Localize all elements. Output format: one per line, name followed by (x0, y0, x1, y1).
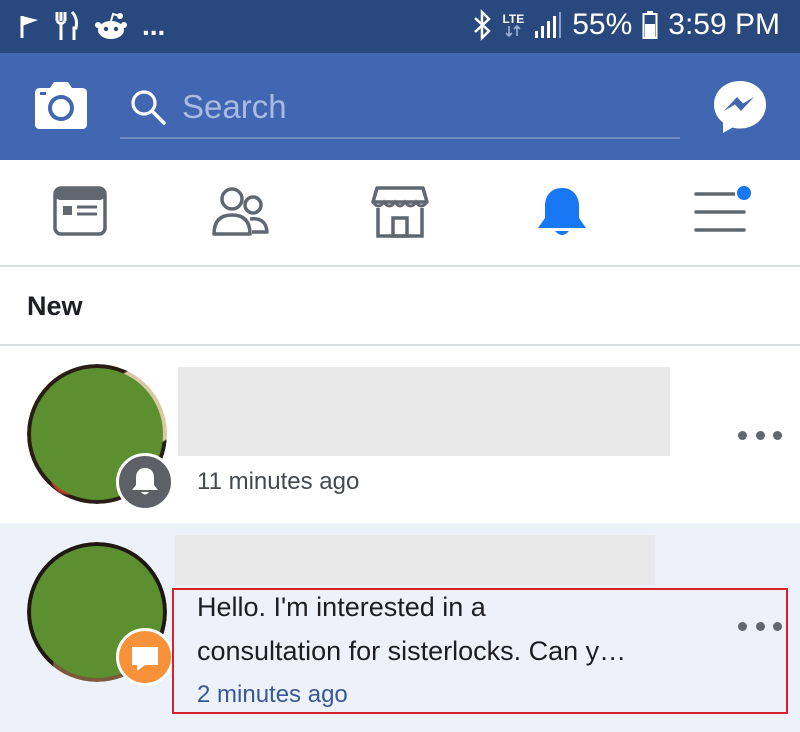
messenger-button[interactable] (712, 79, 768, 135)
flag-icon (20, 16, 38, 38)
battery-percent: 55% (572, 8, 633, 41)
signal-icon (535, 12, 562, 38)
status-system-icons: LTE 55% 3:59 PM (472, 8, 780, 42)
search-input[interactable] (182, 83, 662, 131)
bell-icon (538, 188, 586, 235)
friends-icon (212, 187, 269, 236)
status-notification-icons: ... (18, 10, 165, 42)
notification-item[interactable]: 11 minutes ago (0, 347, 800, 523)
section-header: New (0, 269, 800, 346)
restaurant-icon (55, 10, 78, 40)
search-bar[interactable] (120, 83, 680, 139)
network-indicator: LTE (502, 13, 524, 37)
redacted-notification-text (178, 367, 670, 456)
app-bar (0, 53, 800, 160)
marketplace-icon (371, 186, 429, 238)
reddit-icon (95, 12, 127, 39)
message-icon (132, 647, 158, 671)
network-type: LTE (502, 12, 525, 26)
camera-icon (35, 82, 87, 129)
bell-icon (132, 468, 158, 495)
bluetooth-icon (474, 9, 492, 41)
highlight-annotation-box (172, 588, 788, 714)
news-feed-icon (53, 186, 107, 236)
camera-button[interactable] (34, 81, 88, 131)
tab-friends[interactable] (210, 184, 270, 240)
more-dot (738, 430, 747, 440)
section-title: New (27, 291, 83, 321)
data-arrows-icon (505, 25, 521, 37)
notification-type-badge (116, 628, 174, 686)
redacted-notification-title (175, 535, 655, 585)
tab-news-feed[interactable] (50, 184, 110, 240)
status-bar: ... LTE 55% 3:59 PM (0, 0, 800, 53)
messenger-icon (714, 81, 766, 133)
more-dot (773, 430, 782, 440)
notification-timestamp: 11 minutes ago (197, 468, 360, 495)
menu-notification-dot (735, 184, 753, 202)
battery-icon (642, 11, 658, 39)
more-dot (755, 430, 765, 440)
search-icon (131, 90, 166, 125)
tab-bar (0, 160, 800, 267)
more-options-button[interactable] (738, 425, 782, 445)
tab-marketplace[interactable] (370, 184, 430, 240)
more-notifications-indicator: ... (142, 10, 166, 41)
clock: 3:59 PM (668, 8, 780, 41)
tab-notifications[interactable] (532, 184, 592, 240)
notification-type-badge (116, 453, 174, 511)
